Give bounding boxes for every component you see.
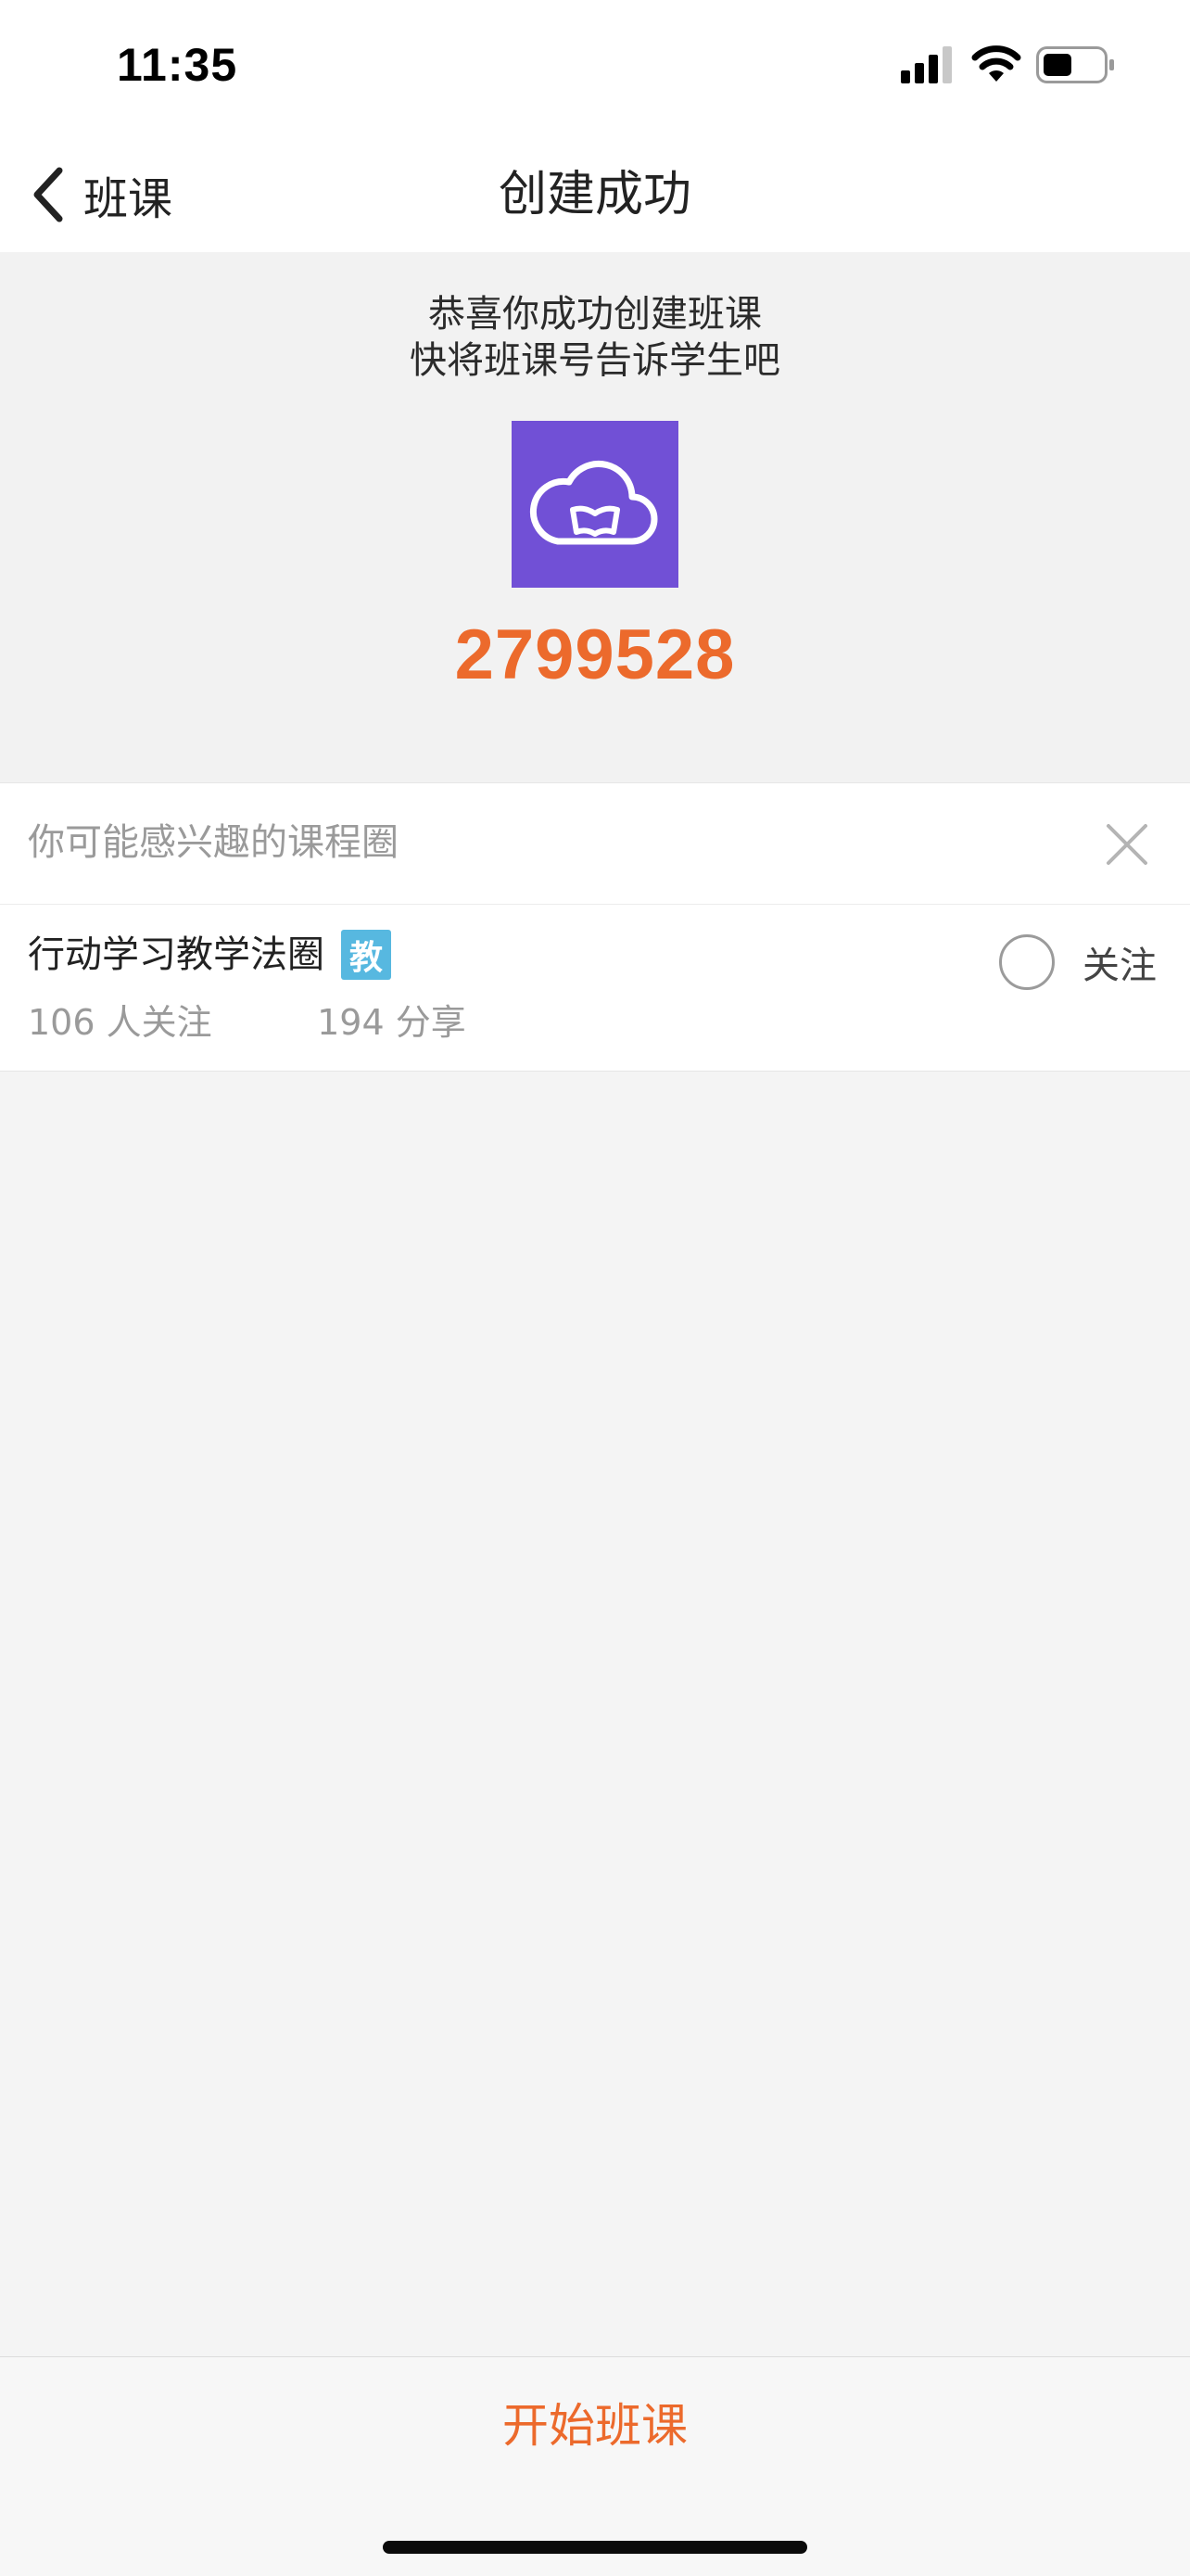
page-title: 创建成功 xyxy=(498,167,691,222)
circle-name-row: 行动学习教学法圈 教 xyxy=(28,927,391,983)
status-time: 11:35 xyxy=(117,39,238,91)
home-indicator xyxy=(383,2541,807,2554)
battery-icon xyxy=(1036,46,1114,83)
start-class-button[interactable]: 开始班课 xyxy=(363,2389,827,2463)
follow-radio[interactable] xyxy=(999,934,1055,990)
suggested-circles: 你可能感兴趣的课程圈 行动学习教学法圈 教 106 人关注 194 分享 关注 xyxy=(0,782,1190,1072)
success-hero: 恭喜你成功创建班课 快将班课号告诉学生吧 2799528 xyxy=(0,252,1190,782)
close-icon xyxy=(1107,824,1147,865)
follower-count: 106 人关注 xyxy=(28,1002,212,1043)
circle-stats: 106 人关注 194 分享 xyxy=(28,997,466,1047)
list-item[interactable]: 行动学习教学法圈 教 106 人关注 194 分享 关注 xyxy=(0,905,1190,1070)
course-logo xyxy=(512,421,678,588)
wifi-icon xyxy=(971,45,1021,82)
share-count: 194 分享 xyxy=(317,1002,466,1043)
class-code: 2799528 xyxy=(454,615,736,694)
teaching-badge: 教 xyxy=(341,930,391,980)
cellular-signal-icon xyxy=(901,46,952,83)
success-message: 恭喜你成功创建班课 xyxy=(428,293,762,336)
instruction-message: 快将班课号告诉学生吧 xyxy=(410,339,780,382)
follow-toggle[interactable]: 关注 xyxy=(999,929,1157,996)
bottom-bar: 开始班课 xyxy=(0,2356,1190,2576)
cloud-book-icon xyxy=(529,461,658,545)
circle-name: 行动学习教学法圈 xyxy=(28,933,324,976)
suggestions-title: 你可能感兴趣的课程圈 xyxy=(28,821,399,864)
status-bar: 11:35 xyxy=(0,0,1190,137)
follow-label: 关注 xyxy=(1082,945,1157,987)
suggestions-header: 你可能感兴趣的课程圈 xyxy=(0,783,1190,905)
navigation-bar: 班课 创建成功 xyxy=(0,137,1190,252)
close-suggestions-button[interactable] xyxy=(1101,818,1153,870)
